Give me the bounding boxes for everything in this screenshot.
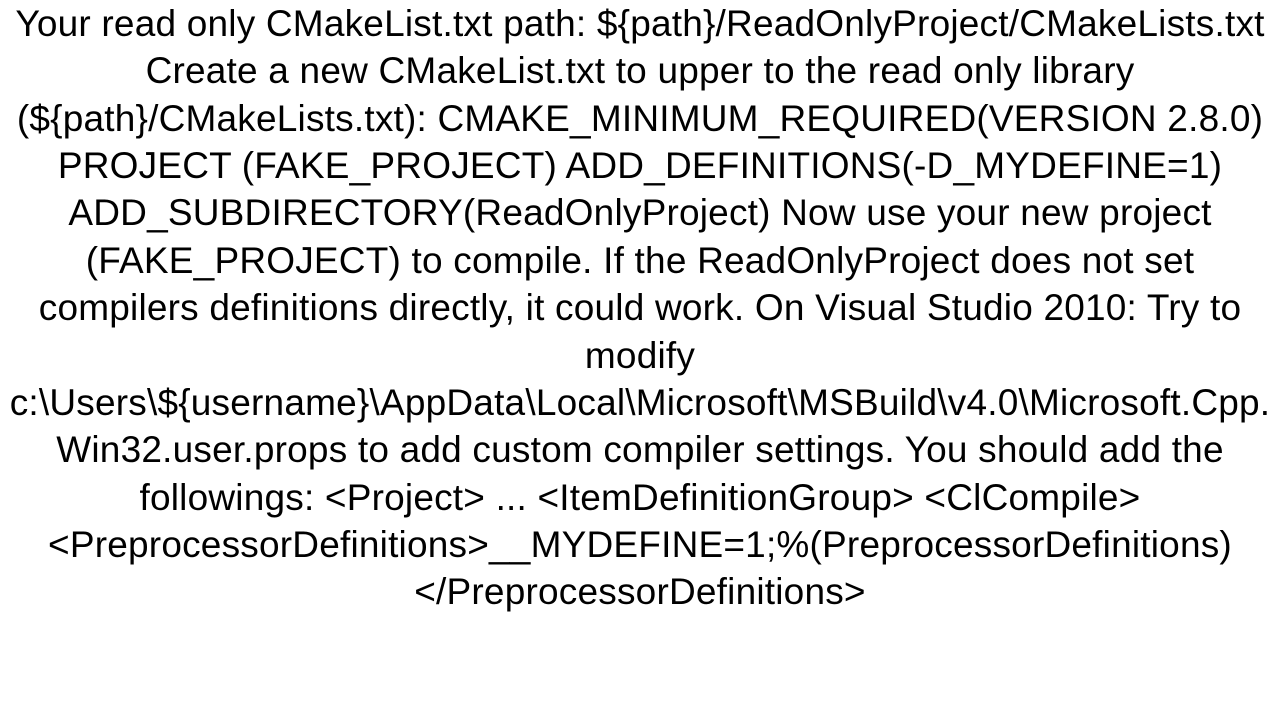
- document-content: Your read only CMakeList.txt path: ${pat…: [0, 0, 1280, 616]
- paragraph-text: Your read only CMakeList.txt path: ${pat…: [8, 0, 1272, 616]
